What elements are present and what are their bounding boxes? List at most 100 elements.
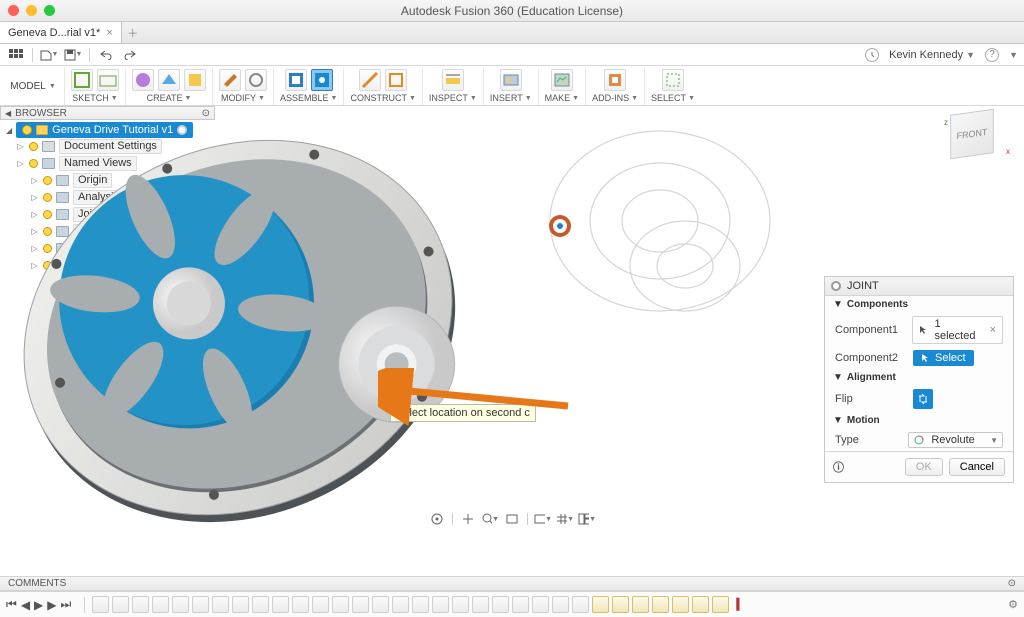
assemble-tool-0[interactable] [285, 69, 307, 91]
timeline-feature[interactable] [552, 596, 569, 613]
redo-button[interactable] [120, 46, 140, 64]
zoom-button[interactable]: ▼ [481, 511, 499, 527]
timeline-forward-button[interactable]: ▶ [47, 598, 56, 612]
section-motion[interactable]: ▼Motion [825, 412, 1013, 429]
ribbon-label-make[interactable]: MAKE▼ [545, 93, 579, 103]
timeline-feature[interactable] [252, 596, 269, 613]
job-status-icon[interactable] [865, 48, 879, 62]
viewport[interactable]: ◀ BROWSER ⊙ ◢ Geneva Drive Tutorial v1 ▷… [0, 106, 1024, 573]
clear-selection-icon[interactable]: × [990, 324, 996, 336]
section-components[interactable]: ▼Components [825, 296, 1013, 313]
create-tool-1[interactable] [158, 69, 180, 91]
construct-tool-1[interactable] [385, 69, 407, 91]
data-panel-button[interactable] [6, 46, 26, 64]
pan-button[interactable] [459, 511, 477, 527]
joint-dialog-header[interactable]: JOINT [825, 277, 1013, 296]
timeline-feature[interactable] [432, 596, 449, 613]
timeline-feature[interactable] [512, 596, 529, 613]
timeline-feature[interactable] [392, 596, 409, 613]
timeline-feature[interactable] [692, 596, 709, 613]
timeline-feature[interactable] [292, 596, 309, 613]
type-dropdown[interactable]: Revolute ▼ [908, 432, 1003, 448]
timeline-feature[interactable] [132, 596, 149, 613]
timeline-feature[interactable] [672, 596, 689, 613]
look-at-button[interactable] [503, 511, 521, 527]
ok-button[interactable]: OK [905, 458, 943, 476]
ribbon-label-assemble[interactable]: ASSEMBLE▼ [280, 93, 337, 103]
close-window-button[interactable] [8, 5, 19, 16]
create-tool-2[interactable] [184, 69, 206, 91]
timeline-feature[interactable] [452, 596, 469, 613]
document-tab[interactable]: Geneva D...rial v1* × [0, 22, 122, 43]
timeline-feature[interactable] [592, 596, 609, 613]
ribbon-label-addins[interactable]: ADD-INS▼ [592, 93, 638, 103]
timeline-start-button[interactable]: ⏮ [6, 597, 17, 612]
cancel-button[interactable]: Cancel [949, 458, 1005, 476]
help-button[interactable]: ? [985, 48, 999, 62]
timeline-feature[interactable] [532, 596, 549, 613]
grid-settings-button[interactable]: ▼ [556, 511, 574, 527]
sketch-tool-1[interactable] [97, 69, 119, 91]
timeline-feature[interactable] [112, 596, 129, 613]
inspect-tool-0[interactable] [442, 69, 464, 91]
component2-select-button[interactable]: Select [913, 350, 974, 366]
timeline-feature[interactable] [472, 596, 489, 613]
timeline-feature[interactable] [572, 596, 589, 613]
make-tool-0[interactable] [551, 69, 573, 91]
timeline-feature[interactable] [612, 596, 629, 613]
comments-panel-header[interactable]: COMMENTS ⊙ [0, 576, 1024, 591]
pin-comments-icon[interactable]: ⊙ [1008, 578, 1016, 589]
ribbon-label-modify[interactable]: MODIFY▼ [221, 93, 265, 103]
user-menu[interactable]: Kevin Kennedy ▼ [889, 49, 975, 61]
viewport-layout-button[interactable]: ▼ [578, 511, 596, 527]
timeline-feature[interactable] [272, 596, 289, 613]
new-tab-button[interactable]: ＋ [122, 22, 144, 43]
ribbon-label-insert[interactable]: INSERT▼ [490, 93, 532, 103]
timeline-feature[interactable] [212, 596, 229, 613]
ribbon-label-create[interactable]: CREATE▼ [147, 93, 192, 103]
save-button[interactable]: ▼ [63, 46, 83, 64]
timeline-feature[interactable] [172, 596, 189, 613]
modify-tool-1[interactable] [245, 69, 267, 91]
timeline-feature[interactable] [372, 596, 389, 613]
display-settings-button[interactable]: ▼ [534, 511, 552, 527]
timeline-settings-button[interactable]: ⚙ [1008, 598, 1018, 611]
timeline-feature[interactable] [492, 596, 509, 613]
close-tab-button[interactable]: × [106, 27, 112, 39]
undo-button[interactable] [96, 46, 116, 64]
construct-tool-0[interactable] [359, 69, 381, 91]
timeline-feature[interactable] [332, 596, 349, 613]
timeline-back-button[interactable]: ◀ [21, 598, 30, 612]
assemble-tool-1[interactable] [311, 69, 333, 91]
ribbon-label-inspect[interactable]: INSPECT▼ [429, 93, 477, 103]
timeline-feature[interactable] [352, 596, 369, 613]
addins-tool-0[interactable] [604, 69, 626, 91]
timeline-end-button[interactable]: ⏭ [61, 597, 72, 612]
timeline-feature[interactable] [312, 596, 329, 613]
modify-tool-0[interactable] [219, 69, 241, 91]
sketch-tool-0[interactable] [71, 69, 93, 91]
section-alignment[interactable]: ▼Alignment [825, 369, 1013, 386]
viewcube[interactable]: FRONT z x [950, 112, 1008, 170]
timeline-feature[interactable] [652, 596, 669, 613]
timeline-feature[interactable] [232, 596, 249, 613]
workspace-switcher[interactable]: MODEL▼ [4, 68, 62, 105]
timeline-play-button[interactable]: ▶ [34, 598, 43, 612]
timeline-feature[interactable] [192, 596, 209, 613]
flip-button[interactable] [913, 389, 933, 409]
maximize-window-button[interactable] [44, 5, 55, 16]
insert-tool-0[interactable] [500, 69, 522, 91]
timeline-feature[interactable] [712, 596, 729, 613]
select-tool-0[interactable] [662, 69, 684, 91]
timeline-marker[interactable]: ▍ [736, 598, 744, 611]
timeline-feature[interactable] [92, 596, 109, 613]
component1-selection[interactable]: 1 selected × [912, 316, 1003, 344]
info-icon[interactable]: ⓘ [833, 459, 844, 475]
ribbon-label-select[interactable]: SELECT▼ [651, 93, 695, 103]
timeline-feature[interactable] [632, 596, 649, 613]
orbit-button[interactable] [428, 511, 446, 527]
timeline-feature[interactable] [412, 596, 429, 613]
minimize-window-button[interactable] [26, 5, 37, 16]
timeline-feature[interactable] [152, 596, 169, 613]
ribbon-label-sketch[interactable]: SKETCH▼ [72, 93, 117, 103]
